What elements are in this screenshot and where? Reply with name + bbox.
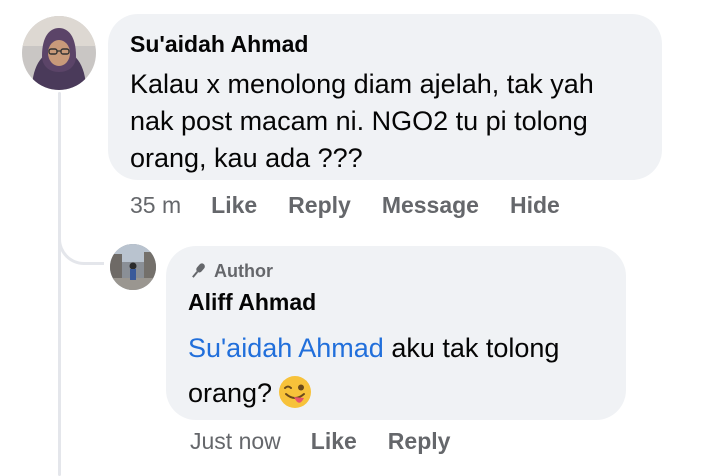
like-button[interactable]: Like <box>211 192 257 219</box>
thread-connector <box>58 215 104 265</box>
avatar[interactable] <box>22 16 96 90</box>
reply-timestamp[interactable]: Just now <box>190 428 281 455</box>
author-badge-label: Author <box>214 261 273 281</box>
comment-author-name[interactable]: Su'aidah Ahmad <box>130 30 640 58</box>
reply-button[interactable]: Reply <box>388 428 451 455</box>
comment-text: Kalau x menolong diam ajelah, tak yah na… <box>130 69 594 173</box>
reply-author-name[interactable]: Aliff Ahmad <box>188 288 604 316</box>
profile-photo <box>110 244 156 290</box>
winking-face-with-tongue-icon <box>279 376 312 408</box>
mention-link[interactable]: Su'aidah Ahmad <box>188 333 384 363</box>
like-button[interactable]: Like <box>311 428 357 455</box>
reply-actions: Just now Like Reply <box>190 428 481 455</box>
hide-button[interactable]: Hide <box>510 192 560 219</box>
reply-avatar[interactable] <box>110 244 156 290</box>
reply-button[interactable]: Reply <box>288 192 351 219</box>
reply-text: Su'aidah Ahmad aku tak tolong orang? <box>188 326 604 416</box>
comment-bubble: Su'aidah Ahmad Kalau x menolong diam aje… <box>108 14 662 180</box>
comment-actions: 35 m Like Reply Message Hide <box>130 192 591 219</box>
reply-bubble: Author Aliff Ahmad Su'aidah Ahmad aku ta… <box>166 246 626 420</box>
author-badge: Author <box>188 260 604 282</box>
thread-line <box>58 92 61 476</box>
microphone-icon <box>192 263 205 278</box>
comment-timestamp[interactable]: 35 m <box>130 192 181 219</box>
profile-photo <box>22 16 96 90</box>
message-button[interactable]: Message <box>382 192 479 219</box>
